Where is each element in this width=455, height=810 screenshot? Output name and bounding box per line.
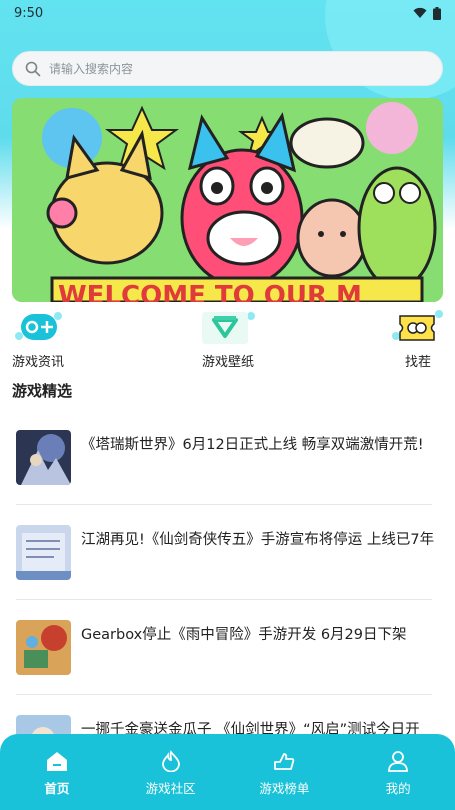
news-title: 《塔瑞斯世界》6月12日正式上线 畅享双端激情开荒! bbox=[81, 437, 424, 453]
shortcut-label: 游戏壁纸 bbox=[201, 355, 254, 370]
tab-home[interactable]: 首页 bbox=[12, 750, 102, 810]
banner-carousel[interactable]: WELCOME TO OUR M bbox=[12, 98, 443, 302]
news-thumbnail bbox=[16, 430, 71, 485]
shortcut-row: 游戏资讯 游戏壁纸 找茬 bbox=[0, 310, 455, 370]
hand-icon bbox=[274, 753, 295, 770]
status-bar: 9:50 bbox=[0, 0, 455, 26]
wifi-icon bbox=[413, 7, 427, 18]
shortcut-label: 找茬 bbox=[404, 355, 431, 370]
news-title: Gearbox停止《雨中冒险》手游开发 6月29日下架 bbox=[81, 627, 407, 643]
news-thumbnail bbox=[16, 620, 71, 675]
status-time: 9:50 bbox=[14, 5, 44, 21]
shortcut-game-wallpaper[interactable]: 游戏壁纸 bbox=[200, 310, 256, 370]
news-thumbnail bbox=[16, 525, 71, 580]
tab-label: 我的 bbox=[385, 781, 411, 796]
flame-icon bbox=[161, 750, 180, 772]
shortcut-label: 游戏资讯 bbox=[12, 355, 65, 370]
news-item[interactable]: 《塔瑞斯世界》6月12日正式上线 畅享双端激情开荒! bbox=[16, 410, 432, 505]
news-title: 江湖再见!《仙剑奇侠传五》手游宣布将停运 上线已7年 bbox=[81, 532, 435, 548]
find-difference-icon bbox=[392, 310, 443, 341]
search-input[interactable] bbox=[49, 61, 409, 76]
section-title: 游戏精选 bbox=[12, 382, 73, 400]
news-item[interactable]: 江湖再见!《仙剑奇侠传五》手游宣布将停运 上线已7年 bbox=[16, 505, 434, 600]
wallpaper-icon bbox=[202, 312, 255, 344]
tab-mine[interactable]: 我的 bbox=[353, 750, 443, 810]
tab-label: 游戏社区 bbox=[145, 781, 196, 796]
search-icon bbox=[25, 61, 41, 76]
tab-game-community[interactable]: 游戏社区 bbox=[126, 750, 216, 810]
home-icon bbox=[46, 752, 67, 771]
status-icons bbox=[413, 6, 441, 20]
search-bar[interactable] bbox=[12, 51, 443, 86]
battery-icon bbox=[433, 6, 441, 20]
tab-label: 游戏榜单 bbox=[259, 781, 310, 796]
shortcut-find-difference[interactable]: 找茬 bbox=[392, 310, 444, 370]
news-item[interactable]: Gearbox停止《雨中冒险》手游开发 6月29日下架 bbox=[16, 600, 432, 695]
banner-text: WELCOME TO OUR M bbox=[58, 281, 362, 302]
tab-game-ranking[interactable]: 游戏榜单 bbox=[239, 750, 329, 810]
banner-image: WELCOME TO OUR M bbox=[12, 98, 443, 302]
shortcut-game-news[interactable]: 游戏资讯 bbox=[12, 310, 64, 370]
bottom-tab-bar: 首页 游戏社区 游戏榜单 我的 bbox=[0, 734, 455, 810]
tab-label: 首页 bbox=[44, 781, 70, 796]
gamepad-icon bbox=[15, 312, 62, 340]
user-icon bbox=[388, 751, 409, 772]
